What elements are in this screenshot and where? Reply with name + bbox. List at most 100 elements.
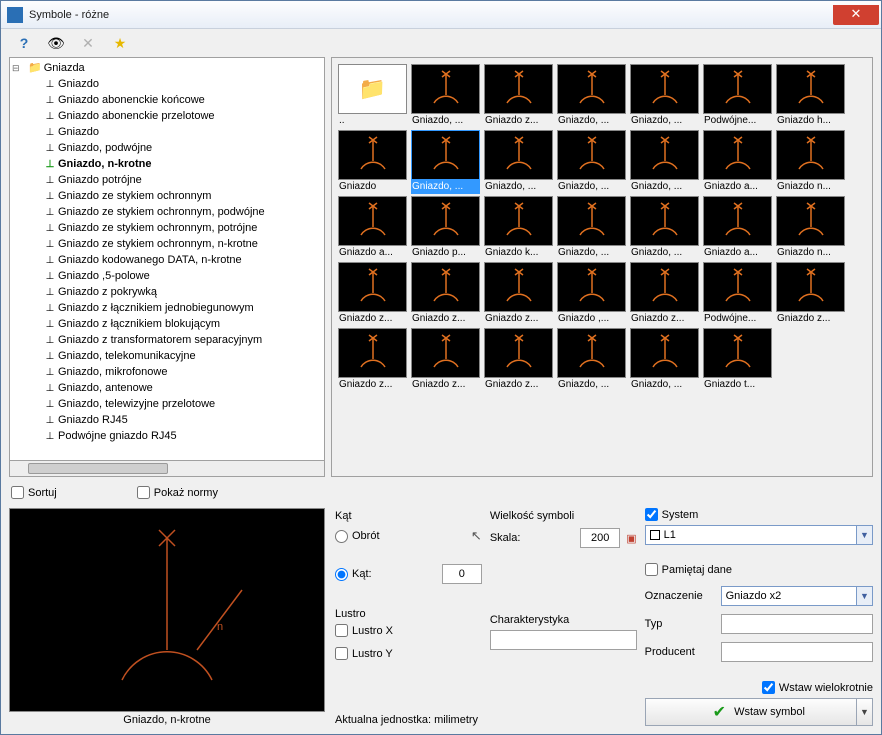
thumbnail-item[interactable]: Gniazdo a...: [338, 196, 407, 260]
tree-item[interactable]: ⊥Gniazdo kodowanego DATA, n-krotne: [10, 252, 324, 268]
mirror-x-checkbox[interactable]: Lustro X: [335, 624, 482, 637]
tree-item[interactable]: ⊥Gniazdo, podwójne: [10, 140, 324, 156]
thumbnail-item[interactable]: Gniazdo, ...: [557, 130, 626, 194]
manufacturer-input[interactable]: [721, 642, 873, 662]
tree-item[interactable]: ⊥Gniazdo, antenowe: [10, 380, 324, 396]
manufacturer-label: Producent: [645, 646, 715, 658]
tree-item[interactable]: ⊥Gniazdo, telekomunikacyjne: [10, 348, 324, 364]
scale-pick-icon[interactable]: ▣: [626, 532, 636, 545]
tree-scrollbar[interactable]: [9, 461, 325, 477]
sort-checkbox[interactable]: Sortuj: [11, 486, 57, 499]
window-title: Symbole - różne: [29, 9, 833, 21]
thumbnail-item[interactable]: Gniazdo, ...: [630, 328, 699, 392]
tree-item[interactable]: ⊥Gniazdo z pokrywką: [10, 284, 324, 300]
characteristic-input[interactable]: [490, 630, 637, 650]
thumbnail-item[interactable]: Gniazdo, ...: [484, 130, 553, 194]
tree-item[interactable]: ⊥Gniazdo abonenckie końcowe: [10, 92, 324, 108]
thumbnail-item[interactable]: Gniazdo, ...: [557, 64, 626, 128]
toolbar: ? 👁 ✕ ★: [1, 29, 881, 57]
tree-item[interactable]: ⊥Gniazdo z łącznikiem jednobiegunowym: [10, 300, 324, 316]
thumbnail-item[interactable]: Gniazdo z...: [411, 328, 480, 392]
rotation-radio[interactable]: Obrót: [335, 530, 380, 543]
tree-item[interactable]: ⊥Gniazdo potrójne: [10, 172, 324, 188]
tree-item[interactable]: ⊥Gniazdo ze stykiem ochronnym: [10, 188, 324, 204]
check-icon: ✔: [713, 702, 726, 722]
preview-caption: Gniazdo, n-krotne: [9, 712, 325, 726]
units-label: Aktualna jednostka: milimetry: [335, 710, 482, 726]
tree-item[interactable]: ⊥Gniazdo: [10, 76, 324, 92]
svg-text:n: n: [217, 621, 223, 633]
thumbnail-item[interactable]: Gniazdo z...: [776, 262, 845, 326]
size-group-label: Wielkość symboli: [490, 510, 637, 522]
close-button[interactable]: ✕: [833, 5, 879, 25]
angle-input[interactable]: [442, 564, 482, 584]
angle-group-label: Kąt: [335, 510, 482, 522]
preview-canvas: n: [9, 508, 325, 712]
tree-item[interactable]: ⊥Gniazdo RJ45: [10, 412, 324, 428]
thumbnail-item[interactable]: Podwójne...: [703, 64, 772, 128]
thumbnail-item[interactable]: Gniazdo z...: [338, 328, 407, 392]
thumbnail-item[interactable]: Gniazdo, ...: [630, 130, 699, 194]
thumbnail-item[interactable]: Gniazdo t...: [703, 328, 772, 392]
tree-item[interactable]: ⊥Gniazdo, mikrofonowe: [10, 364, 324, 380]
thumbnail-item[interactable]: Gniazdo: [338, 130, 407, 194]
thumbnail-item[interactable]: Gniazdo n...: [776, 130, 845, 194]
thumbnail-item[interactable]: Gniazdo ,...: [557, 262, 626, 326]
tree-root[interactable]: 📁Gniazda: [10, 60, 324, 76]
insert-symbol-button[interactable]: ✔ Wstaw symbol ▼: [645, 698, 873, 726]
thumbnail-item[interactable]: Gniazdo z...: [484, 262, 553, 326]
scale-input[interactable]: [580, 528, 620, 548]
system-select[interactable]: L1▼: [645, 525, 873, 545]
symbol-tree[interactable]: 📁Gniazda ⊥Gniazdo⊥Gniazdo abonenckie koń…: [9, 57, 325, 461]
tree-item[interactable]: ⊥Gniazdo ze stykiem ochronnym, potrójne: [10, 220, 324, 236]
thumbnail-item[interactable]: Gniazdo n...: [776, 196, 845, 260]
titlebar[interactable]: Symbole - różne ✕: [1, 1, 881, 29]
thumbnail-item[interactable]: Gniazdo z...: [411, 262, 480, 326]
thumbnail-item[interactable]: Gniazdo z...: [630, 262, 699, 326]
type-label: Typ: [645, 618, 715, 630]
tree-item[interactable]: ⊥Gniazdo ze stykiem ochronnym, n-krotne: [10, 236, 324, 252]
thumbnail-item[interactable]: Gniazdo, ...: [630, 196, 699, 260]
thumbnail-item[interactable]: Gniazdo, ...: [411, 64, 480, 128]
angle-radio[interactable]: Kąt:: [335, 568, 372, 581]
thumbnail-item[interactable]: Gniazdo, ...: [411, 130, 480, 194]
thumbnail-item[interactable]: Gniazdo z...: [484, 328, 553, 392]
thumbnail-item[interactable]: Gniazdo a...: [703, 130, 772, 194]
thumbnail-item[interactable]: Gniazdo, ...: [630, 64, 699, 128]
insert-dropdown-icon[interactable]: ▼: [856, 699, 872, 725]
thumbnail-item[interactable]: Gniazdo z...: [484, 64, 553, 128]
thumbnail-item[interactable]: Gniazdo z...: [338, 262, 407, 326]
tree-item[interactable]: ⊥Gniazdo abonenckie przelotowe: [10, 108, 324, 124]
delete-icon[interactable]: ✕: [79, 34, 97, 52]
thumbnail-item[interactable]: Gniazdo k...: [484, 196, 553, 260]
dialog-window: Symbole - różne ✕ ? 👁 ✕ ★ 📁Gniazda ⊥Gnia…: [0, 0, 882, 735]
tree-item[interactable]: ⊥Gniazdo z transformatorem separacyjnym: [10, 332, 324, 348]
remember-checkbox[interactable]: Pamiętaj dane: [645, 563, 873, 576]
scale-label: Skala:: [490, 532, 521, 544]
tree-item[interactable]: ⊥Gniazdo ,5-polowe: [10, 268, 324, 284]
multi-insert-checkbox[interactable]: Wstaw wielokrotnie: [645, 681, 873, 694]
designation-select[interactable]: Gniazdo x2▼: [721, 586, 873, 606]
thumbnail-item[interactable]: Gniazdo, ...: [557, 328, 626, 392]
tree-item[interactable]: ⊥Gniazdo, n-krotne: [10, 156, 324, 172]
thumbnail-item[interactable]: 📁..: [338, 64, 407, 128]
tree-item[interactable]: ⊥Gniazdo ze stykiem ochronnym, podwójne: [10, 204, 324, 220]
thumbnail-item[interactable]: Gniazdo p...: [411, 196, 480, 260]
system-checkbox[interactable]: System: [645, 508, 873, 521]
thumbnail-item[interactable]: Gniazdo, ...: [557, 196, 626, 260]
type-input[interactable]: [721, 614, 873, 634]
help-icon[interactable]: ?: [15, 34, 33, 52]
thumbnail-item[interactable]: Gniazdo a...: [703, 196, 772, 260]
tree-item[interactable]: ⊥Podwójne gniazdo RJ45: [10, 428, 324, 444]
show-norms-checkbox[interactable]: Pokaż normy: [137, 486, 218, 499]
mirror-y-checkbox[interactable]: Lustro Y: [335, 647, 482, 660]
star-icon[interactable]: ★: [111, 34, 129, 52]
mirror-group-label: Lustro: [335, 608, 482, 620]
thumbnail-grid[interactable]: 📁..Gniazdo, ...Gniazdo z...Gniazdo, ...G…: [331, 57, 873, 477]
find-icon[interactable]: 👁: [47, 34, 65, 52]
thumbnail-item[interactable]: Podwójne...: [703, 262, 772, 326]
tree-item[interactable]: ⊥Gniazdo z łącznikiem blokującym: [10, 316, 324, 332]
thumbnail-item[interactable]: Gniazdo h...: [776, 64, 845, 128]
tree-item[interactable]: ⊥Gniazdo: [10, 124, 324, 140]
tree-item[interactable]: ⊥Gniazdo, telewizyjne przelotowe: [10, 396, 324, 412]
